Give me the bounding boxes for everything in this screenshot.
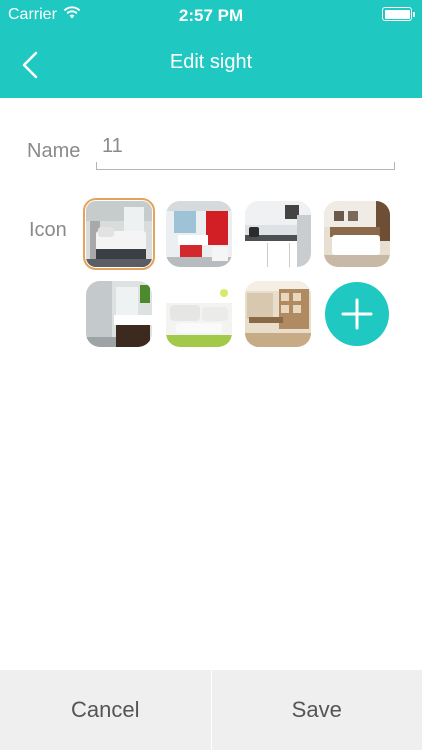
icon-option-kitchen-gray[interactable]: [245, 201, 311, 267]
icon-option-study-room[interactable]: [245, 281, 311, 347]
icon-option-kitchen-red[interactable]: [166, 201, 232, 267]
kitchen-gray-image: [245, 201, 311, 267]
study-room-image: [245, 281, 311, 347]
icon-option-bedroom-white[interactable]: [83, 198, 155, 270]
name-field[interactable]: [96, 128, 395, 164]
icon-option-living-room[interactable]: [166, 281, 232, 347]
page-title: Edit sight: [169, 51, 253, 73]
icon-option-bathroom[interactable]: [86, 281, 152, 347]
add-icon-button[interactable]: [325, 282, 389, 346]
nav-bar: Edit sight: [0, 30, 422, 98]
footer-bar: Cancel Save: [0, 670, 422, 750]
name-label: Name: [27, 140, 81, 162]
name-row: Name: [0, 120, 422, 170]
status-bar: Carrier 2:57 PM: [0, 0, 422, 30]
icon-option-bedroom-wood[interactable]: [324, 201, 390, 267]
bathroom-image: [86, 281, 152, 347]
battery-level: [384, 9, 410, 19]
bedroom-wood-image: [324, 201, 390, 267]
save-button[interactable]: Save: [212, 670, 422, 750]
status-time: 2:57 PM: [178, 6, 244, 25]
cancel-button[interactable]: Cancel: [0, 670, 211, 750]
name-field-underline: [96, 162, 395, 170]
plus-icon: [341, 298, 373, 330]
kitchen-red-image: [166, 201, 232, 267]
living-room-image: [166, 281, 232, 347]
header: Carrier 2:57 PM Edit sight: [0, 0, 422, 98]
icon-label: Icon: [29, 219, 67, 241]
bedroom-white-image: [86, 201, 152, 267]
battery-icon: [382, 7, 415, 21]
